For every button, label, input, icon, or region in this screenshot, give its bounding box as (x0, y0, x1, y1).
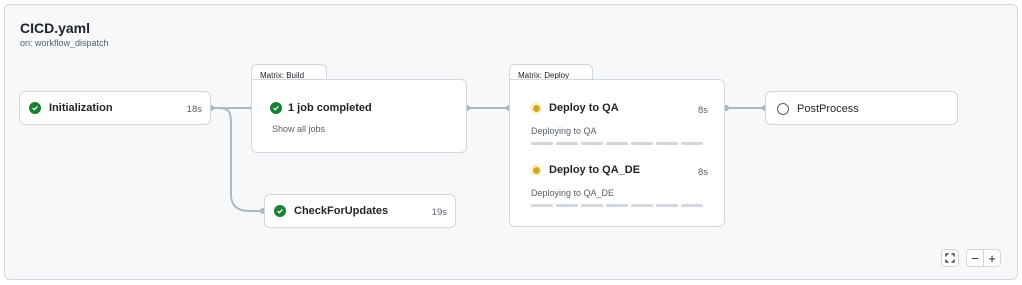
job-duration: 8s (697, 105, 708, 116)
fullscreen-button[interactable] (941, 249, 959, 267)
check-circle-icon (270, 102, 282, 114)
job-name: CheckForUpdates (294, 205, 389, 217)
job-initialization[interactable]: Initialization 18s (19, 91, 211, 125)
job-postprocess[interactable]: PostProcess (765, 91, 958, 125)
zoom-in-label: + (988, 250, 996, 266)
matrix-build-summary: 1 job completed (288, 102, 372, 114)
job-name: Deploy to QA (549, 102, 619, 114)
job-step-detail: Deploying to QA_DE (531, 188, 615, 198)
check-circle-icon (29, 102, 41, 114)
job-duration: 8s (697, 167, 708, 178)
fullscreen-icon (945, 252, 955, 265)
matrix-deploy-job[interactable]: Deploy to QA_DE 8s Deploying to QA_DE (510, 160, 724, 224)
job-name: Deploy to QA_DE (549, 164, 641, 176)
in-progress-icon (530, 102, 542, 114)
in-progress-icon (530, 164, 542, 176)
workflow-graph-canvas: CICD.yaml on: workflow_dispatch Initiali… (4, 4, 1018, 280)
step-progress-bar (531, 142, 703, 145)
show-all-jobs-link[interactable]: Show all jobs (272, 124, 325, 134)
zoom-in-button[interactable]: + (983, 249, 1001, 267)
job-duration: 19s (431, 207, 447, 218)
job-check-for-updates[interactable]: CheckForUpdates 19s (264, 194, 456, 228)
job-duration: 18s (186, 104, 202, 115)
check-circle-icon (274, 205, 286, 217)
job-name: Initialization (49, 102, 113, 114)
matrix-deploy-group: Deploy to QA 8s Deploying to QA Deploy t… (509, 79, 725, 227)
job-name: PostProcess (797, 103, 859, 115)
matrix-build-group[interactable]: 1 job completed Show all jobs (251, 79, 467, 153)
matrix-deploy-job[interactable]: Deploy to QA 8s Deploying to QA (510, 80, 724, 152)
pending-circle-icon (777, 103, 789, 115)
job-step-detail: Deploying to QA (531, 126, 597, 136)
step-progress-bar (531, 204, 703, 207)
zoom-out-label: − (971, 250, 979, 266)
zoom-out-button[interactable]: − (966, 249, 984, 267)
